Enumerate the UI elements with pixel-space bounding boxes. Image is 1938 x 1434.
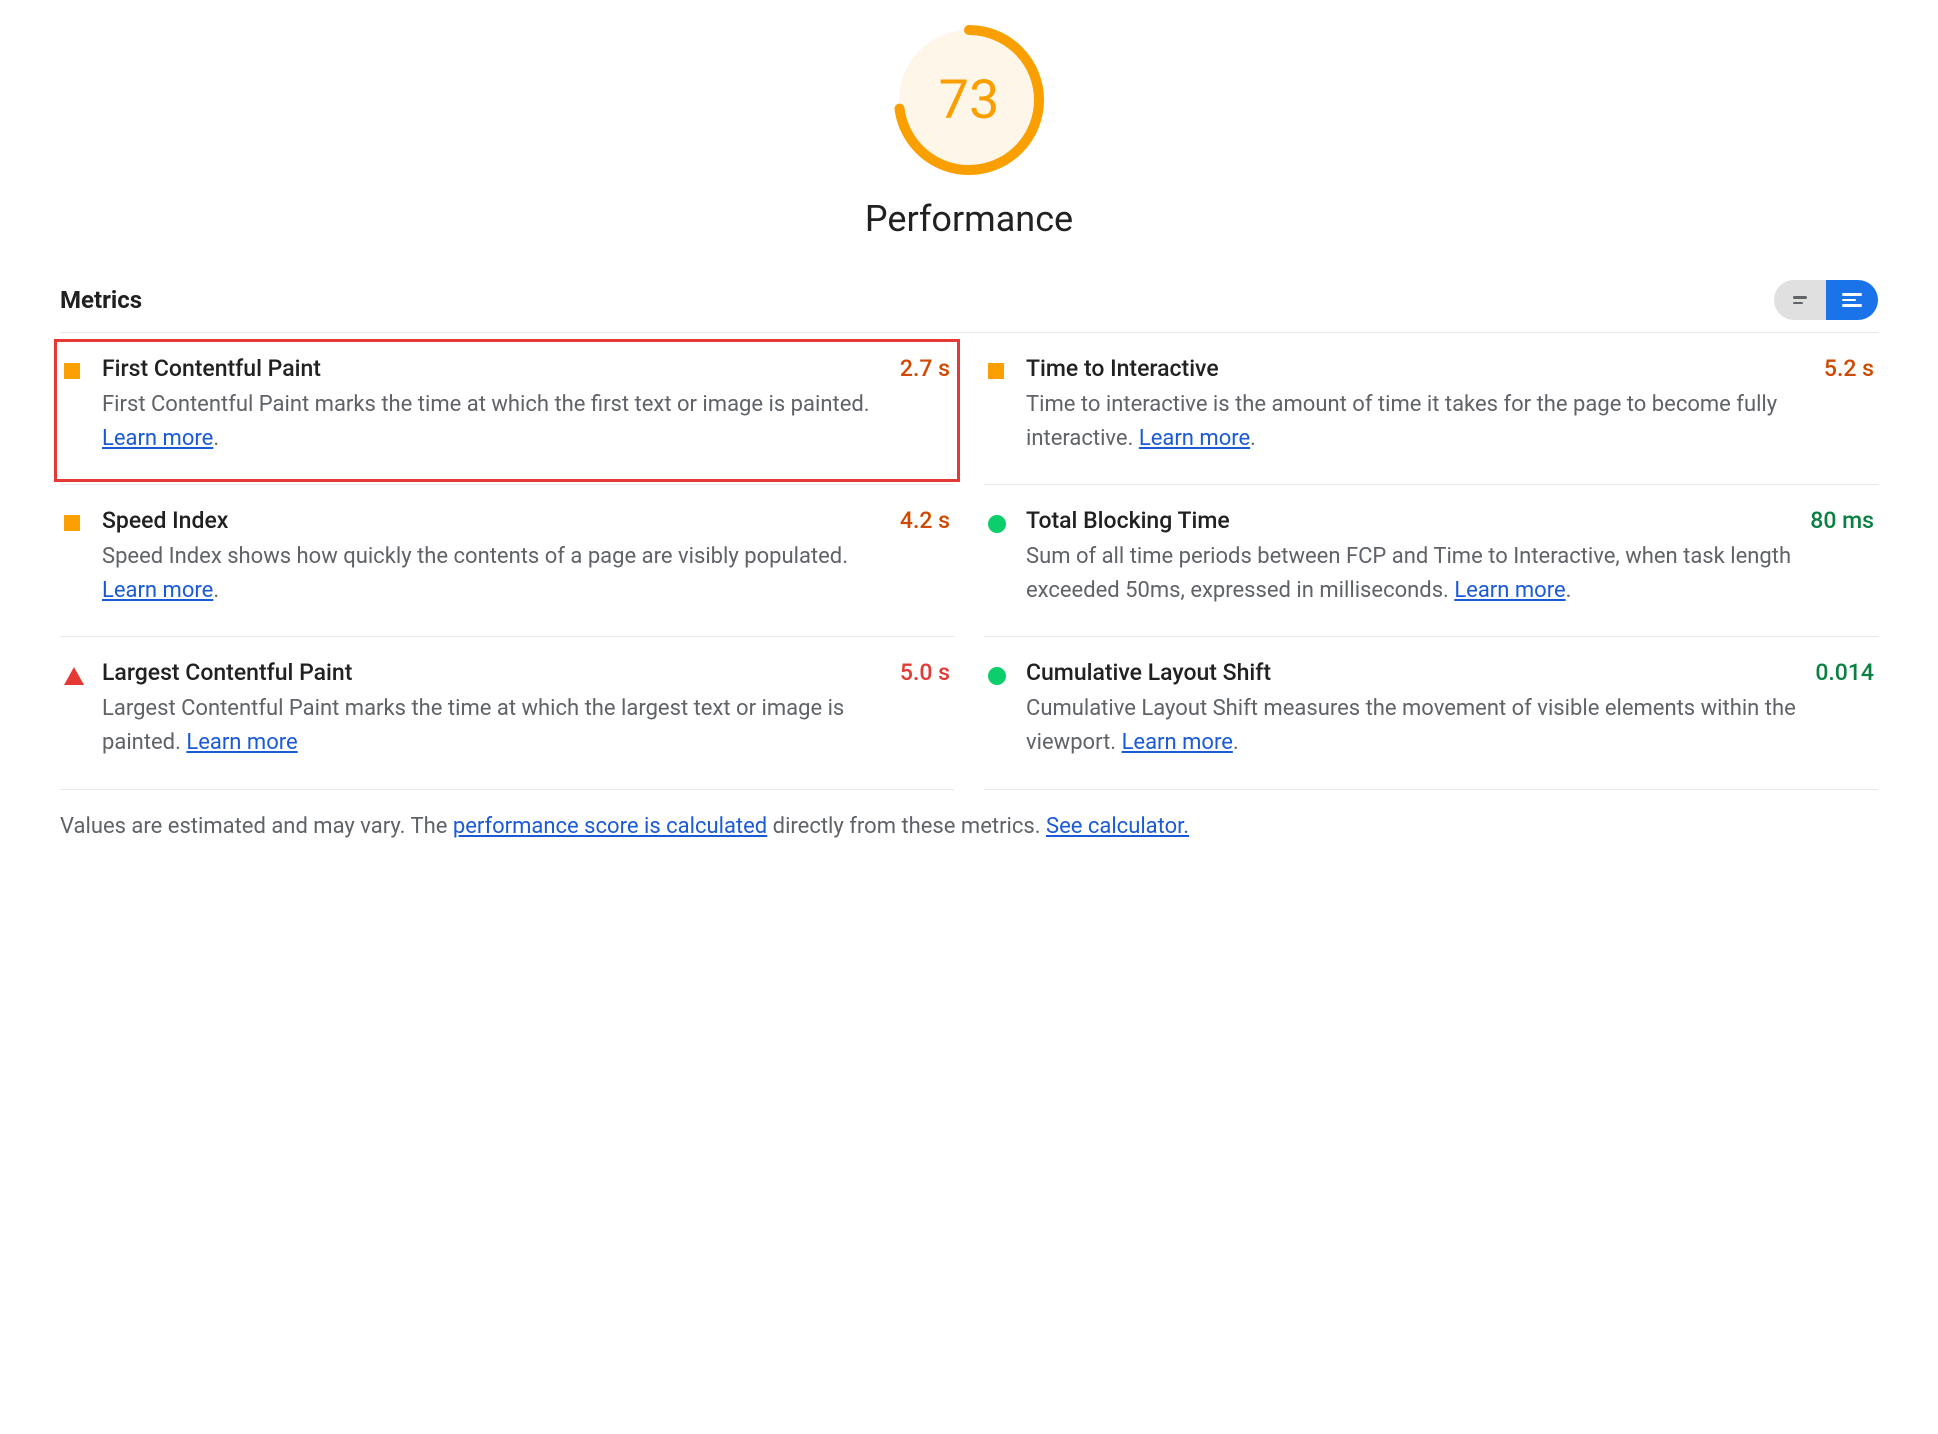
footer-text-2: directly from these metrics. xyxy=(767,814,1046,839)
metrics-header: Metrics xyxy=(60,280,1878,333)
metric-desc-suffix: . xyxy=(1250,426,1256,451)
metric-body: Cumulative Layout Shift Cumulative Layout… xyxy=(1026,659,1807,760)
perf-score-calc-link[interactable]: performance score is calculated xyxy=(453,814,767,839)
metric-desc-text: Speed Index shows how quickly the conten… xyxy=(102,544,848,569)
metric-description: Largest Contentful Paint marks the time … xyxy=(102,692,892,760)
circle-icon xyxy=(988,507,1018,608)
metric-description: First Contentful Paint marks the time at… xyxy=(102,388,892,456)
learn-more-link[interactable]: Learn more xyxy=(102,426,213,451)
learn-more-link[interactable]: Learn more xyxy=(102,578,213,603)
metric-value: 5.0 s xyxy=(900,659,950,760)
metrics-footer: Values are estimated and may vary. The p… xyxy=(60,790,1878,839)
metric-value: 80 ms xyxy=(1810,507,1874,608)
metric-name: Largest Contentful Paint xyxy=(102,659,892,686)
metric-body: Time to Interactive Time to interactive i… xyxy=(1026,355,1816,456)
metrics-grid: First Contentful Paint First Contentful P… xyxy=(60,333,1878,790)
metric-card: Largest Contentful Paint Largest Contentf… xyxy=(60,637,954,789)
view-collapsed-button[interactable] xyxy=(1774,280,1826,320)
metric-card: Total Blocking Time Sum of all time perio… xyxy=(984,485,1878,637)
performance-gauge-section: 73 Performance xyxy=(60,20,1878,240)
learn-more-link[interactable]: Learn more xyxy=(1454,578,1565,603)
metric-desc-suffix: . xyxy=(1233,730,1239,755)
metric-name: Time to Interactive xyxy=(1026,355,1816,382)
metric-name: Speed Index xyxy=(102,507,892,534)
metric-desc-suffix: . xyxy=(213,426,219,451)
view-toggle xyxy=(1774,280,1878,320)
metric-desc-suffix: . xyxy=(1566,578,1572,603)
learn-more-link[interactable]: Learn more xyxy=(186,730,297,755)
circle-icon xyxy=(988,659,1018,760)
metric-body: First Contentful Paint First Contentful P… xyxy=(102,355,892,456)
metric-card: Speed Index Speed Index shows how quickly… xyxy=(60,485,954,637)
triangle-icon xyxy=(64,659,94,760)
metric-value: 5.2 s xyxy=(1824,355,1874,456)
learn-more-link[interactable]: Learn more xyxy=(1139,426,1250,451)
metric-description: Cumulative Layout Shift measures the mov… xyxy=(1026,692,1807,760)
metric-desc-suffix: . xyxy=(213,578,219,603)
view-expanded-button[interactable] xyxy=(1826,280,1878,320)
metric-description: Speed Index shows how quickly the conten… xyxy=(102,540,892,608)
metric-name: Cumulative Layout Shift xyxy=(1026,659,1807,686)
metric-description: Sum of all time periods between FCP and … xyxy=(1026,540,1802,608)
metric-desc-text: Sum of all time periods between FCP and … xyxy=(1026,544,1791,603)
score-number: 73 xyxy=(889,20,1049,180)
metric-value: 0.014 xyxy=(1815,659,1874,760)
metric-body: Largest Contentful Paint Largest Contentf… xyxy=(102,659,892,760)
metric-body: Speed Index Speed Index shows how quickly… xyxy=(102,507,892,608)
square-icon xyxy=(988,355,1018,456)
metric-value: 4.2 s xyxy=(900,507,950,608)
score-title: Performance xyxy=(865,198,1073,240)
metric-card: Cumulative Layout Shift Cumulative Layout… xyxy=(984,637,1878,789)
metric-card: First Contentful Paint First Contentful P… xyxy=(60,333,954,485)
metric-name: Total Blocking Time xyxy=(1026,507,1802,534)
metric-description: Time to interactive is the amount of tim… xyxy=(1026,388,1816,456)
expanded-icon xyxy=(1842,293,1862,307)
learn-more-link[interactable]: Learn more xyxy=(1122,730,1233,755)
score-gauge: 73 xyxy=(889,20,1049,180)
see-calculator-link[interactable]: See calculator. xyxy=(1046,814,1189,839)
metric-card: Time to Interactive Time to interactive i… xyxy=(984,333,1878,485)
metrics-heading: Metrics xyxy=(60,286,142,314)
metric-desc-text: First Contentful Paint marks the time at… xyxy=(102,392,870,417)
metric-name: First Contentful Paint xyxy=(102,355,892,382)
footer-text-1: Values are estimated and may vary. The xyxy=(60,814,453,839)
square-icon xyxy=(64,355,94,456)
collapsed-icon xyxy=(1793,296,1807,304)
metric-body: Total Blocking Time Sum of all time perio… xyxy=(1026,507,1802,608)
metric-value: 2.7 s xyxy=(900,355,950,456)
square-icon xyxy=(64,507,94,608)
